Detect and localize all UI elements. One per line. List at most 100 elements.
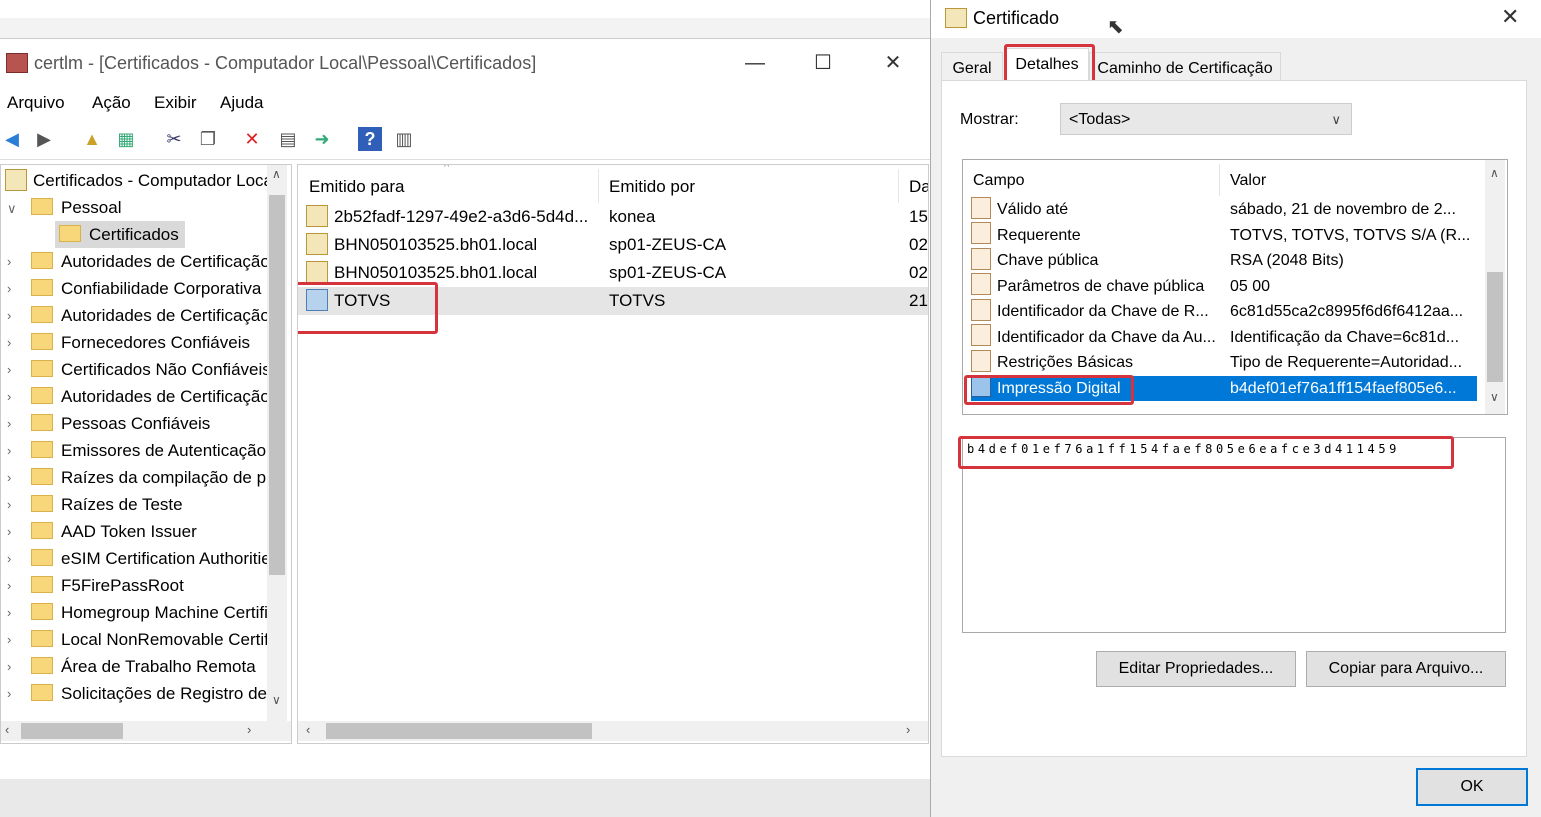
scroll-up-icon[interactable]: ∧ — [1490, 166, 1499, 180]
maximize-button[interactable]: ☐ — [800, 47, 846, 79]
copy-icon[interactable]: ❐ — [196, 127, 220, 151]
tree-item-folder[interactable]: Local NonRemovable Certificates — [31, 626, 267, 653]
table-row[interactable]: 2b52fadf-1297-49e2-a3d6-5d4d... konea 15 — [298, 203, 928, 231]
tree-item-folder[interactable]: eSIM Certification Authorities — [31, 545, 267, 572]
tree-root[interactable]: Certificados - Computador Local — [5, 167, 277, 194]
tree-item-folder[interactable]: Área de Trabalho Remota — [31, 653, 267, 680]
collapsed-chevron-icon[interactable]: › — [7, 686, 19, 701]
tree-item-folder[interactable]: Confiabilidade Corporativa — [31, 275, 267, 302]
column-header-issued-to[interactable]: Emitido para — [309, 177, 404, 197]
column-header-date[interactable]: Da — [909, 177, 928, 197]
menu-arquivo[interactable]: Arquivo — [7, 93, 65, 113]
table-row[interactable]: BHN050103525.bh01.local sp01-ZEUS-CA 02 — [298, 259, 928, 287]
tree-item-folder[interactable]: Fornecedores Confiáveis — [31, 329, 267, 356]
console-tree[interactable]: Certificados - Computador Local ∨ Pessoa… — [0, 164, 292, 744]
tree-item-certificados[interactable]: Certificados — [55, 221, 185, 248]
collapsed-chevron-icon[interactable]: › — [7, 551, 19, 566]
field-row[interactable]: Identificador da Chave da Au... Identific… — [971, 324, 1477, 350]
scroll-up-icon[interactable]: ∧ — [272, 167, 281, 181]
tree-horizontal-scrollbar[interactable]: ‹ › — [1, 721, 291, 741]
up-folder-icon[interactable]: ▲ — [80, 127, 104, 151]
tree-item-folder[interactable]: Autoridades de Certificação Raiz Confiáv… — [31, 248, 267, 275]
collapsed-chevron-icon[interactable]: › — [7, 578, 19, 593]
delete-icon[interactable]: ✕ — [240, 127, 264, 151]
collapsed-chevron-icon[interactable]: › — [7, 335, 19, 350]
menu-exibir[interactable]: Exibir — [154, 93, 197, 113]
list-hscroll-thumb[interactable] — [326, 723, 592, 739]
column-header-issued-by[interactable]: Emitido por — [609, 177, 695, 197]
menu-ajuda[interactable]: Ajuda — [220, 93, 263, 113]
tree-item-folder[interactable]: F5FirePassRoot — [31, 572, 267, 599]
column-divider[interactable] — [598, 169, 599, 203]
collapsed-chevron-icon[interactable]: › — [7, 497, 19, 512]
field-row[interactable]: Identificador da Chave de R... 6c81d55ca2… — [971, 298, 1477, 324]
list-horizontal-scrollbar[interactable]: ‹ › — [298, 721, 928, 741]
tree-item-folder[interactable]: Autoridades de Certificação Intermediári… — [31, 302, 267, 329]
tree-scroll-thumb[interactable] — [269, 195, 285, 575]
copy-to-file-button[interactable]: Copiar para Arquivo... — [1306, 651, 1506, 687]
help-icon[interactable]: ? — [358, 127, 382, 151]
tab-detalhes[interactable]: Detalhes — [1005, 48, 1089, 84]
collapsed-chevron-icon[interactable]: › — [7, 416, 19, 431]
close-button[interactable]: ✕ — [870, 47, 916, 79]
scroll-right-icon[interactable]: › — [247, 722, 251, 737]
menu-acao[interactable]: Ação — [92, 93, 131, 113]
dialog-close-button[interactable]: ✕ — [1501, 4, 1519, 30]
ok-button[interactable]: OK — [1416, 768, 1528, 806]
collapsed-chevron-icon[interactable]: › — [7, 659, 19, 674]
certificate-list[interactable]: ^ Emitido para Emitido por Da 2b52fadf-1… — [297, 164, 929, 744]
column-header-field[interactable]: Campo — [973, 172, 1025, 190]
field-detail-box[interactable]: b4def01ef76a1ff154faef805e6eafce3d411459 — [962, 437, 1506, 633]
tree-item-folder[interactable]: Certificados Não Confiáveis — [31, 356, 267, 383]
field-row[interactable]: Parâmetros de chave pública 05 00 — [971, 273, 1477, 299]
forward-arrow-icon[interactable]: ▶ — [32, 127, 56, 151]
tree-item-folder[interactable]: Emissores de Autenticação de Cliente — [31, 437, 267, 464]
show-hide-tree-icon[interactable]: ▦ — [114, 127, 138, 151]
tree-item-folder[interactable]: Homegroup Machine Certificates — [31, 599, 267, 626]
action-pane-icon[interactable]: ▥ — [392, 127, 416, 151]
collapsed-chevron-icon[interactable]: › — [7, 389, 19, 404]
collapsed-chevron-icon[interactable]: › — [7, 632, 19, 647]
fields-vertical-scrollbar[interactable]: ∧ ∨ — [1485, 160, 1505, 414]
field-row[interactable]: Restrições Básicas Tipo de Requerente=Aut… — [971, 349, 1477, 375]
scroll-down-icon[interactable]: ∨ — [272, 693, 281, 707]
tree-vertical-scrollbar[interactable]: ∧ ∨ — [267, 165, 287, 721]
export-list-icon[interactable]: ➜ — [310, 127, 334, 151]
collapsed-chevron-icon[interactable]: › — [7, 524, 19, 539]
fields-list[interactable]: Campo Valor Válido até sábado, 21 de nove… — [962, 159, 1508, 415]
show-dropdown[interactable]: <Todas> ∨ — [1060, 103, 1352, 135]
scroll-left-icon[interactable]: ‹ — [5, 722, 9, 737]
collapsed-chevron-icon[interactable]: › — [7, 362, 19, 377]
field-row[interactable]: Válido até sábado, 21 de novembro de 2... — [971, 196, 1477, 222]
field-row[interactable]: Chave pública RSA (2048 Bits) — [971, 247, 1477, 273]
thumbprint-value[interactable]: b4def01ef76a1ff154faef805e6eafce3d411459 — [967, 442, 1400, 456]
back-arrow-icon[interactable]: ◀ — [0, 127, 24, 151]
edit-properties-button[interactable]: Editar Propriedades... — [1096, 651, 1296, 687]
scroll-down-icon[interactable]: ∨ — [1490, 390, 1499, 404]
field-row[interactable]: Requerente TOTVS, TOTVS, TOTVS S/A (R... — [971, 222, 1477, 248]
table-row-selected[interactable]: TOTVS TOTVS 21 — [298, 287, 928, 315]
tree-item-pessoal[interactable]: Pessoal — [31, 194, 121, 221]
properties-icon[interactable]: ▤ — [276, 127, 300, 151]
column-divider[interactable] — [1219, 164, 1220, 196]
collapsed-chevron-icon[interactable]: › — [7, 254, 19, 269]
tree-item-folder[interactable]: Autoridades de Certificação Raiz de Terc… — [31, 383, 267, 410]
column-divider[interactable] — [898, 169, 899, 203]
tree-item-folder[interactable]: AAD Token Issuer — [31, 518, 267, 545]
field-row-selected[interactable]: Impressão Digital b4def01ef76a1ff154faef8… — [971, 375, 1477, 401]
tree-item-folder[interactable]: Raízes de Teste — [31, 491, 267, 518]
column-header-value[interactable]: Valor — [1230, 172, 1266, 190]
cut-icon[interactable]: ✂ — [162, 127, 186, 151]
collapsed-chevron-icon[interactable]: › — [7, 443, 19, 458]
fields-scroll-thumb[interactable] — [1487, 272, 1503, 382]
table-row[interactable]: BHN050103525.bh01.local sp01-ZEUS-CA 02 — [298, 231, 928, 259]
scroll-left-icon[interactable]: ‹ — [306, 722, 310, 737]
collapsed-chevron-icon[interactable]: › — [7, 605, 19, 620]
tree-hscroll-thumb[interactable] — [21, 723, 123, 739]
minimize-button[interactable]: — — [732, 47, 778, 79]
collapsed-chevron-icon[interactable]: › — [7, 470, 19, 485]
collapsed-chevron-icon[interactable]: › — [7, 308, 19, 323]
tree-item-folder[interactable]: Raízes da compilação de pré-visualização — [31, 464, 267, 491]
tree-item-folder[interactable]: Solicitações de Registro de Certificado — [31, 680, 267, 707]
expanded-chevron-icon[interactable]: ∨ — [7, 201, 19, 217]
